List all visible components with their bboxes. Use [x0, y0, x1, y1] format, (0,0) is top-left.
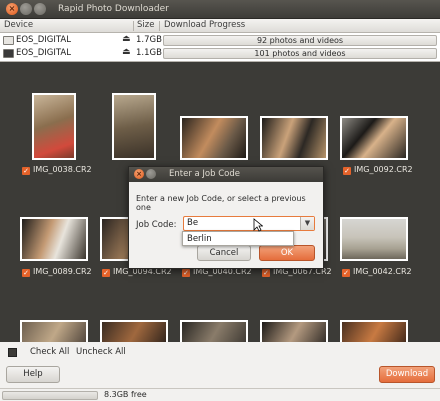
photo-thumbnail[interactable]	[340, 320, 408, 342]
device-name: EOS_DIGITAL	[16, 48, 71, 58]
minimize-window-button[interactable]	[20, 3, 32, 15]
device-row[interactable]: EOS_DIGITAL ⏏ 1.1GB 101 photos and video…	[0, 47, 440, 60]
photo-thumbnail[interactable]	[180, 320, 248, 342]
job-code-label: Job Code:	[136, 220, 177, 230]
photo-thumbnail[interactable]	[100, 320, 168, 342]
device-size: 1.1GB	[136, 48, 162, 58]
eject-icon[interactable]: ⏏	[122, 34, 131, 44]
device-row[interactable]: EOS_DIGITAL ⏏ 1.7GB 92 photos and videos	[0, 34, 440, 47]
title-bar: × Rapid Photo Downloader	[0, 0, 440, 19]
device-table-header: Device Size Download Progress	[0, 19, 440, 33]
photo-thumbnail[interactable]	[260, 320, 328, 342]
progress-text: 101 photos and videos	[254, 49, 346, 58]
dialog-minimize-button[interactable]	[146, 169, 156, 179]
photo-thumbnail[interactable]	[112, 93, 156, 160]
check-all-checkbox[interactable]	[8, 348, 17, 357]
checkbox-checked-icon[interactable]: ✓	[262, 269, 270, 277]
photo-thumbnail[interactable]	[340, 217, 408, 261]
thumbnail-caption[interactable]: ✓ IMG_0038.CR2	[22, 165, 92, 175]
photo-thumbnail[interactable]	[32, 93, 76, 160]
device-size: 1.7GB	[136, 35, 162, 45]
close-window-button[interactable]: ×	[6, 3, 18, 15]
checkbox-checked-icon[interactable]: ✓	[22, 167, 30, 175]
job-code-combobox[interactable]: Be ▼	[183, 216, 315, 231]
checkbox-checked-icon[interactable]: ✓	[342, 269, 350, 277]
thumbnail-caption[interactable]: ✓ IMG_0092.CR2	[343, 165, 413, 175]
photo-thumbnail[interactable]	[180, 116, 248, 160]
checkbox-checked-icon[interactable]: ✓	[22, 269, 30, 277]
cancel-button[interactable]: Cancel	[197, 245, 251, 261]
memory-card-icon	[3, 49, 14, 58]
dialog-title: Enter a Job Code	[169, 169, 240, 179]
checkbox-checked-icon[interactable]: ✓	[343, 167, 351, 175]
device-name: EOS_DIGITAL	[16, 35, 71, 45]
checkbox-checked-icon[interactable]: ✓	[182, 269, 190, 277]
uncheck-all-link[interactable]: Uncheck All	[76, 347, 126, 357]
chevron-down-icon[interactable]: ▼	[300, 217, 314, 230]
download-button[interactable]: Download	[379, 366, 435, 383]
job-code-dialog: × Enter a Job Code Enter a new Job Code,…	[128, 166, 324, 269]
memory-card-icon	[3, 36, 14, 45]
dialog-close-button[interactable]: ×	[134, 169, 144, 179]
column-header-download-progress[interactable]: Download Progress	[164, 20, 245, 30]
progress-text: 92 photos and videos	[256, 36, 344, 45]
autocomplete-popup: Berlin	[182, 231, 294, 246]
check-all-link[interactable]: Check All	[30, 347, 69, 357]
help-button[interactable]: Help	[6, 366, 60, 383]
autocomplete-item[interactable]: Berlin	[187, 234, 212, 244]
bottom-panel: Check All Uncheck All Help Download 8.3G…	[0, 342, 440, 401]
eject-icon[interactable]: ⏏	[122, 47, 131, 57]
dialog-message: Enter a new Job Code, or select a previo…	[136, 194, 306, 212]
status-bar: 8.3GB free	[0, 388, 440, 401]
column-header-size[interactable]: Size	[137, 20, 154, 30]
download-progress-bar: 92 photos and videos	[163, 35, 437, 46]
ok-button[interactable]: OK	[259, 245, 315, 261]
photo-thumbnail[interactable]	[20, 217, 88, 261]
column-header-device[interactable]: Device	[4, 20, 33, 30]
checkbox-checked-icon[interactable]: ✓	[102, 269, 110, 277]
status-progress-bar	[2, 391, 98, 400]
mouse-cursor-icon	[253, 218, 263, 232]
photo-thumbnail[interactable]	[260, 116, 328, 160]
download-progress-bar: 101 photos and videos	[163, 48, 437, 59]
thumbnail-caption[interactable]: ✓ IMG_0089.CR2	[22, 267, 92, 277]
dialog-title-bar: × Enter a Job Code	[129, 167, 323, 182]
thumbnail-caption[interactable]: ✓ IMG_0042.CR2	[342, 267, 412, 277]
free-space-text: 8.3GB free	[104, 390, 147, 399]
photo-thumbnail[interactable]	[340, 116, 408, 160]
window-title: Rapid Photo Downloader	[58, 4, 169, 14]
device-table: Device Size Download Progress EOS_DIGITA…	[0, 19, 440, 62]
photo-thumbnail[interactable]	[20, 320, 88, 342]
maximize-window-button[interactable]	[34, 3, 46, 15]
job-code-input[interactable]: Be	[187, 218, 198, 228]
